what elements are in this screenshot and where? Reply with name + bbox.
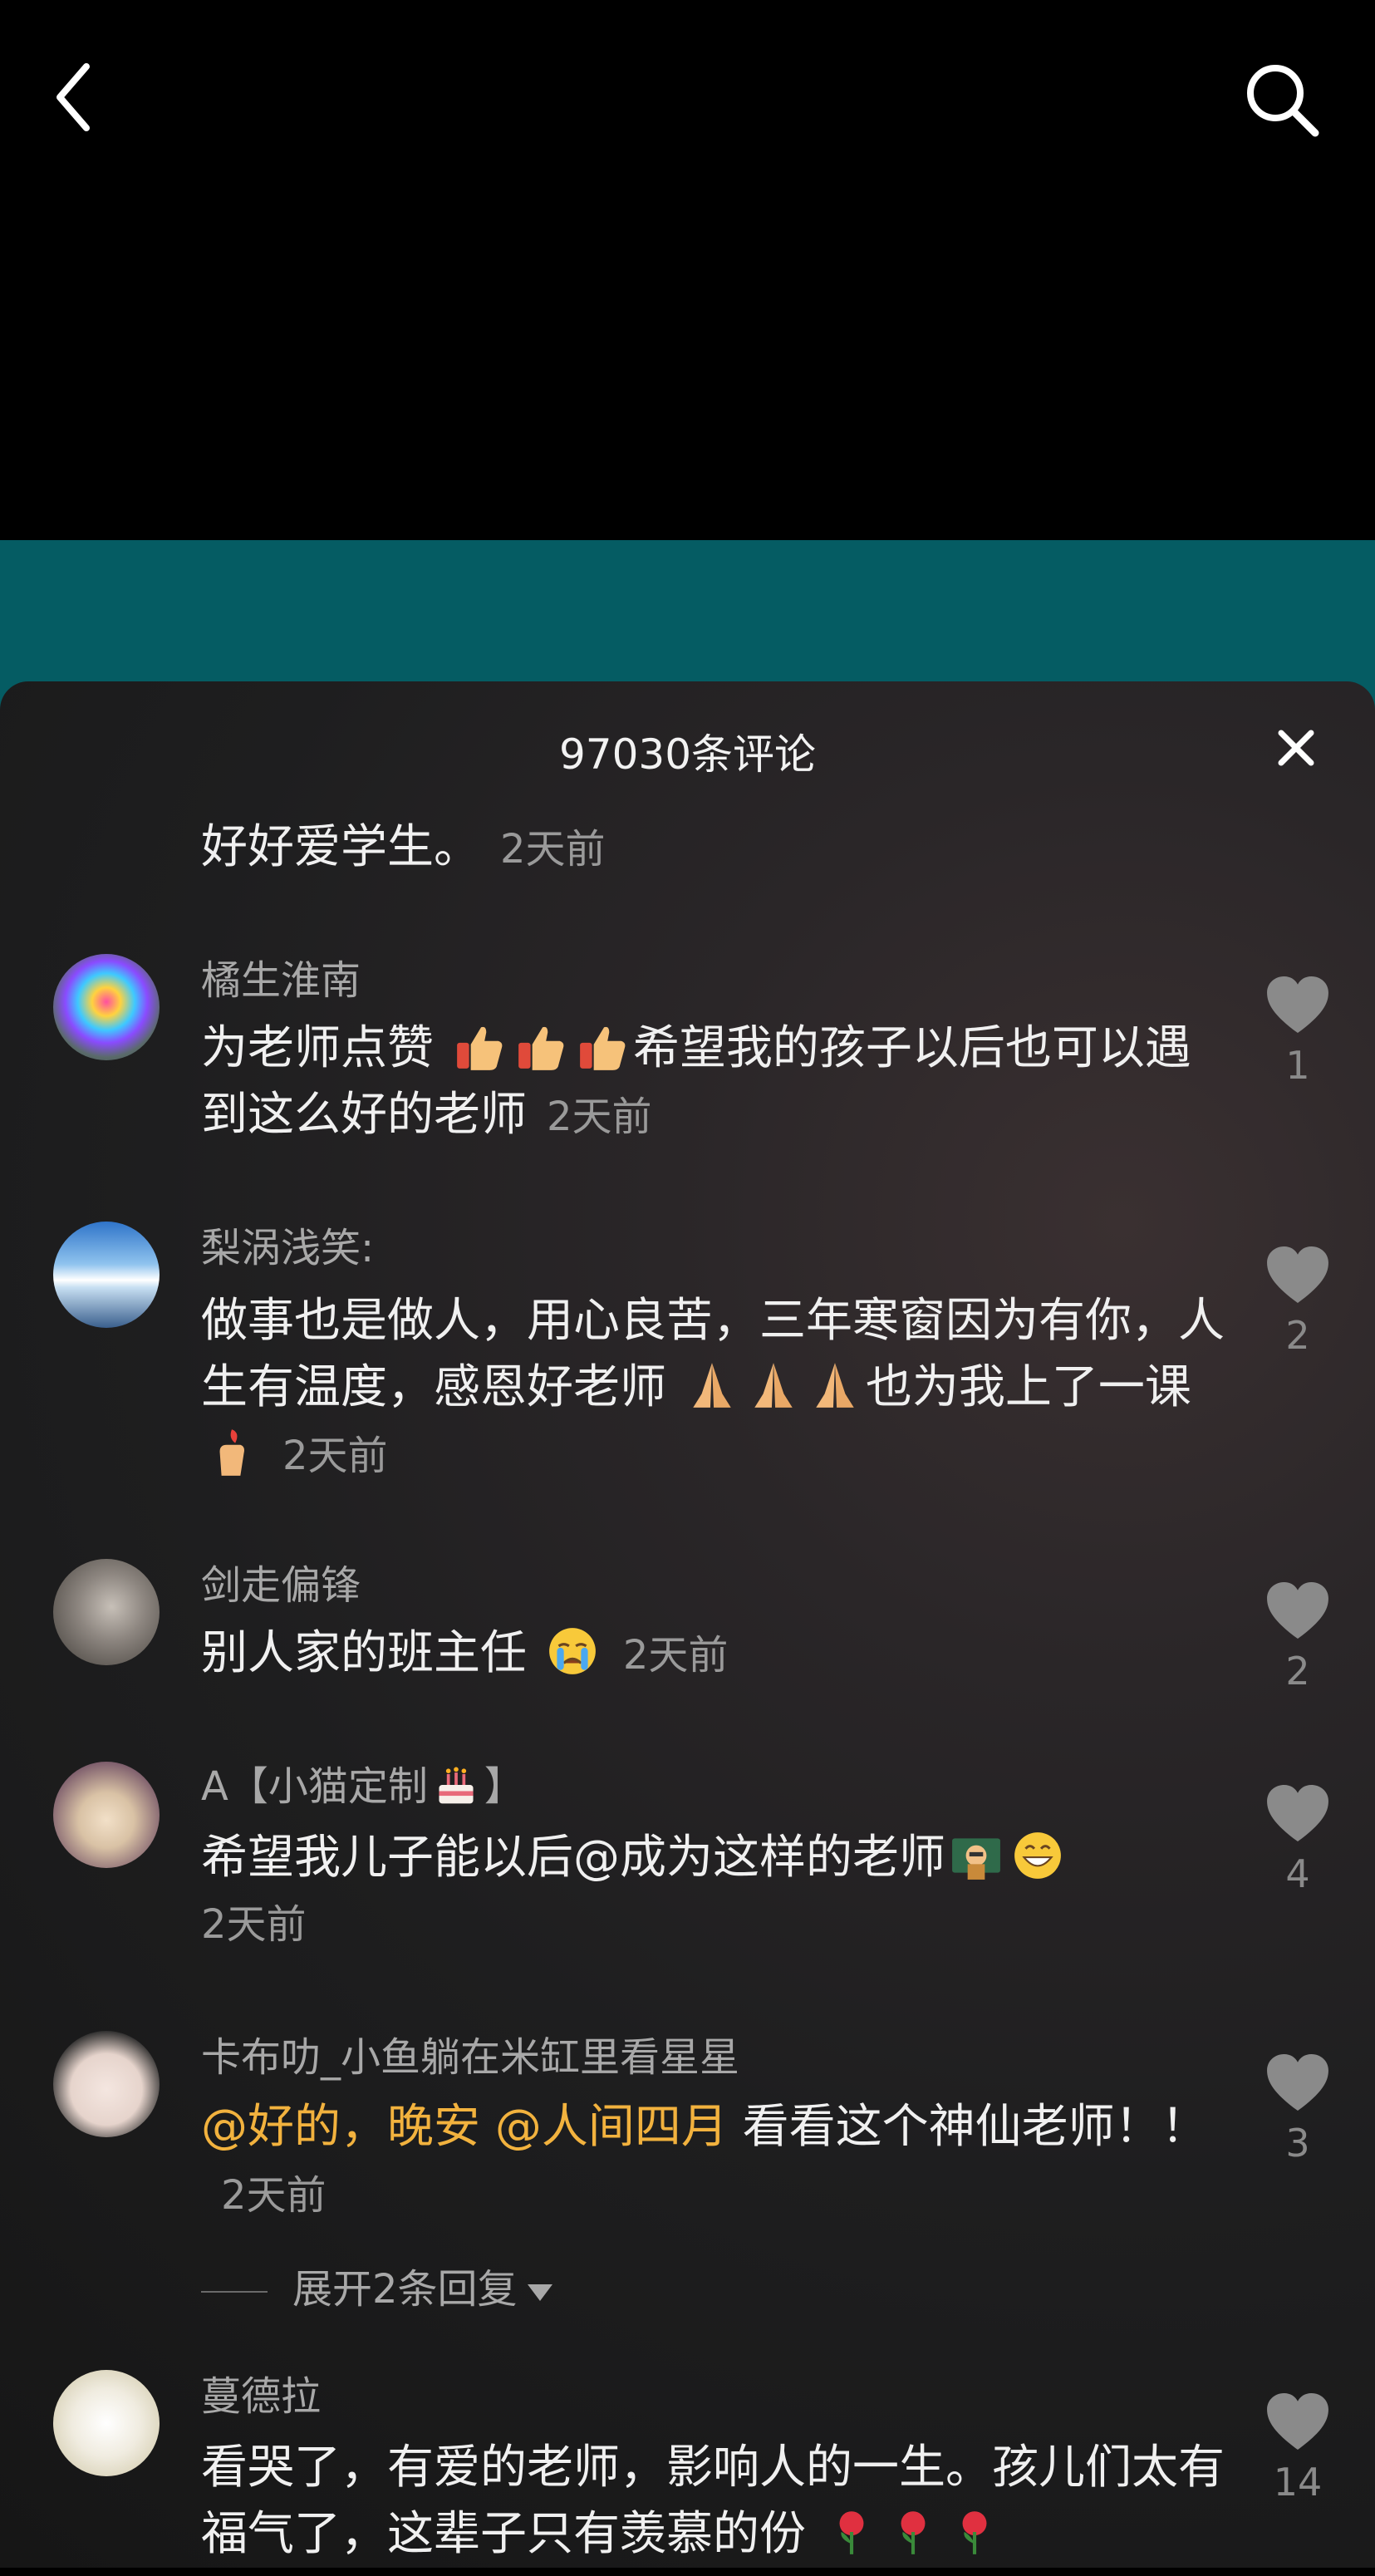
avatar[interactable] bbox=[53, 1559, 160, 1665]
like-button[interactable]: 14 bbox=[1265, 2393, 1331, 2505]
like-button[interactable]: 2 bbox=[1265, 1582, 1331, 1694]
comment-time: 2天前 bbox=[500, 826, 606, 873]
comment-text: 看看这个神仙老师！！ bbox=[727, 2100, 1208, 2154]
video-area bbox=[0, 0, 1375, 540]
comment-count-title: 97030条评论 bbox=[558, 730, 817, 779]
comment-time: 2天前 bbox=[221, 2172, 327, 2219]
comment-text: 别人家的班主任 bbox=[201, 1626, 527, 1680]
partial-comment: 好好爱学生。 2天前 bbox=[201, 814, 1231, 882]
avatar[interactable] bbox=[53, 2031, 160, 2137]
comment-text: 希望我儿子能以后@成为这样的老师 bbox=[201, 1831, 945, 1885]
comment-body: 做事也是做人，用心良苦，三年寒窗因为有你，人生有温度，感恩好老师 也为我上了一课… bbox=[201, 1288, 1231, 1489]
thumbs-up-icon bbox=[454, 1020, 505, 1072]
finger-heart-icon bbox=[206, 1426, 258, 1477]
comment-text: 也为我上了一课 bbox=[865, 1360, 1191, 1414]
teacher-icon bbox=[950, 1830, 1002, 1881]
heart-icon bbox=[1267, 1246, 1328, 1304]
avatar[interactable] bbox=[53, 1762, 160, 1868]
praying-hands-icon bbox=[686, 1359, 738, 1411]
back-arrow-icon[interactable] bbox=[50, 60, 100, 135]
comment-text: 看哭了，有爱的老师，影响人的一生。孩儿们太有福气了，这辈子只有羡慕的份 bbox=[201, 2441, 1225, 2561]
heart-icon bbox=[1267, 976, 1328, 1034]
comment-body: 为老师点赞 希望我的孩子以后也可以遇到这么好的老师 2天前 bbox=[201, 1015, 1231, 1150]
rose-icon bbox=[949, 2506, 1000, 2558]
comment-time: 2天前 bbox=[201, 1901, 307, 1948]
search-icon[interactable] bbox=[1242, 60, 1322, 140]
expand-replies-button[interactable]: 展开2条回复 bbox=[201, 2264, 554, 2314]
grinning-face-icon bbox=[1012, 1830, 1063, 1881]
thumbs-up-icon bbox=[577, 1020, 628, 1072]
heart-icon bbox=[1267, 1785, 1328, 1842]
heart-icon bbox=[1267, 2054, 1328, 2111]
like-count: 1 bbox=[1285, 1043, 1310, 1088]
comment-author[interactable]: 梨涡浅笑: bbox=[201, 1223, 374, 1273]
like-button[interactable]: 4 bbox=[1265, 1785, 1331, 1896]
like-button[interactable]: 2 bbox=[1265, 1246, 1331, 1358]
comment-body: 看哭了，有爱的老师，影响人的一生。孩儿们太有福气了，这辈子只有羡慕的份 bbox=[201, 2435, 1231, 2568]
mention-link[interactable]: @人间四月 bbox=[495, 2100, 728, 2154]
rose-icon bbox=[887, 2506, 939, 2558]
like-count: 3 bbox=[1285, 2121, 1310, 2166]
like-button[interactable]: 1 bbox=[1265, 976, 1331, 1088]
comment-text: 为老师点赞 bbox=[201, 1021, 434, 1075]
comment-body: @好的，晚安 @人间四月 看看这个神仙老师！！ 2天前 bbox=[201, 2094, 1231, 2229]
divider bbox=[201, 2291, 268, 2293]
avatar[interactable] bbox=[53, 2370, 160, 2476]
comment-author[interactable]: A【小猫定制】 bbox=[201, 1762, 524, 1812]
praying-hands-icon bbox=[748, 1359, 799, 1411]
thumbs-up-icon bbox=[515, 1020, 567, 1072]
avatar[interactable] bbox=[53, 954, 160, 1060]
close-icon[interactable] bbox=[1271, 723, 1321, 773]
comment-author[interactable]: 剑走偏锋 bbox=[201, 1561, 361, 1610]
chevron-down-icon bbox=[527, 2284, 552, 2301]
comment-body: 别人家的班主任 2天前 bbox=[201, 1620, 1231, 1689]
comment-time: 2天前 bbox=[622, 1632, 729, 1679]
heart-icon bbox=[1267, 1582, 1328, 1639]
birthday-cake-icon bbox=[433, 1762, 479, 1808]
crying-face-icon bbox=[547, 1625, 598, 1677]
heart-icon bbox=[1267, 2393, 1328, 2451]
avatar[interactable] bbox=[53, 1222, 160, 1328]
rose-icon bbox=[826, 2506, 877, 2558]
like-count: 2 bbox=[1285, 1649, 1310, 1694]
praying-hands-icon bbox=[809, 1359, 861, 1411]
comment-body: 希望我儿子能以后@成为这样的老师 2天前 bbox=[201, 1825, 1231, 1958]
mention-link[interactable]: @好的，晚安 bbox=[201, 2100, 480, 2154]
like-button[interactable]: 3 bbox=[1265, 2054, 1331, 2166]
like-count: 2 bbox=[1285, 1313, 1310, 1358]
like-count: 4 bbox=[1285, 1851, 1310, 1896]
comment-author[interactable]: 橘生淮南 bbox=[201, 956, 361, 1005]
comment-time: 2天前 bbox=[282, 1433, 388, 1479]
comment-text: 好好爱学生。 bbox=[201, 820, 480, 874]
comment-time: 2天前 bbox=[547, 1094, 652, 1140]
like-count: 14 bbox=[1273, 2460, 1323, 2505]
comment-author[interactable]: 蔓德拉 bbox=[201, 2372, 321, 2421]
comment-author[interactable]: 卡布叻_小鱼躺在米缸里看星星 bbox=[201, 2033, 739, 2082]
